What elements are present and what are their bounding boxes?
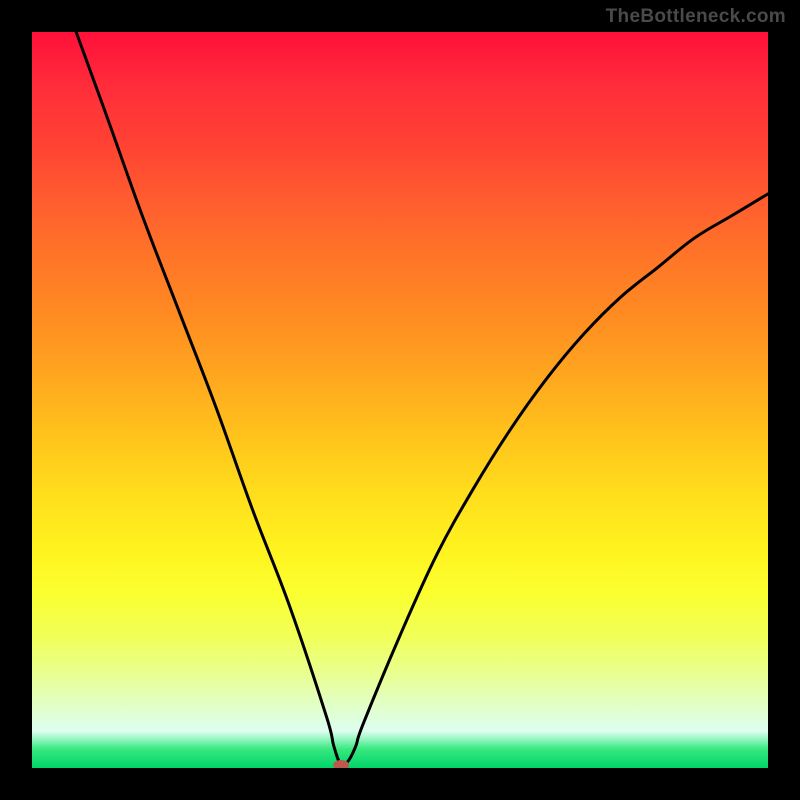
plot-area — [32, 32, 768, 768]
watermark-text: TheBottleneck.com — [606, 6, 786, 28]
chart-frame: TheBottleneck.com — [0, 0, 800, 800]
bottleneck-curve — [76, 32, 768, 766]
chart-svg — [32, 32, 768, 768]
